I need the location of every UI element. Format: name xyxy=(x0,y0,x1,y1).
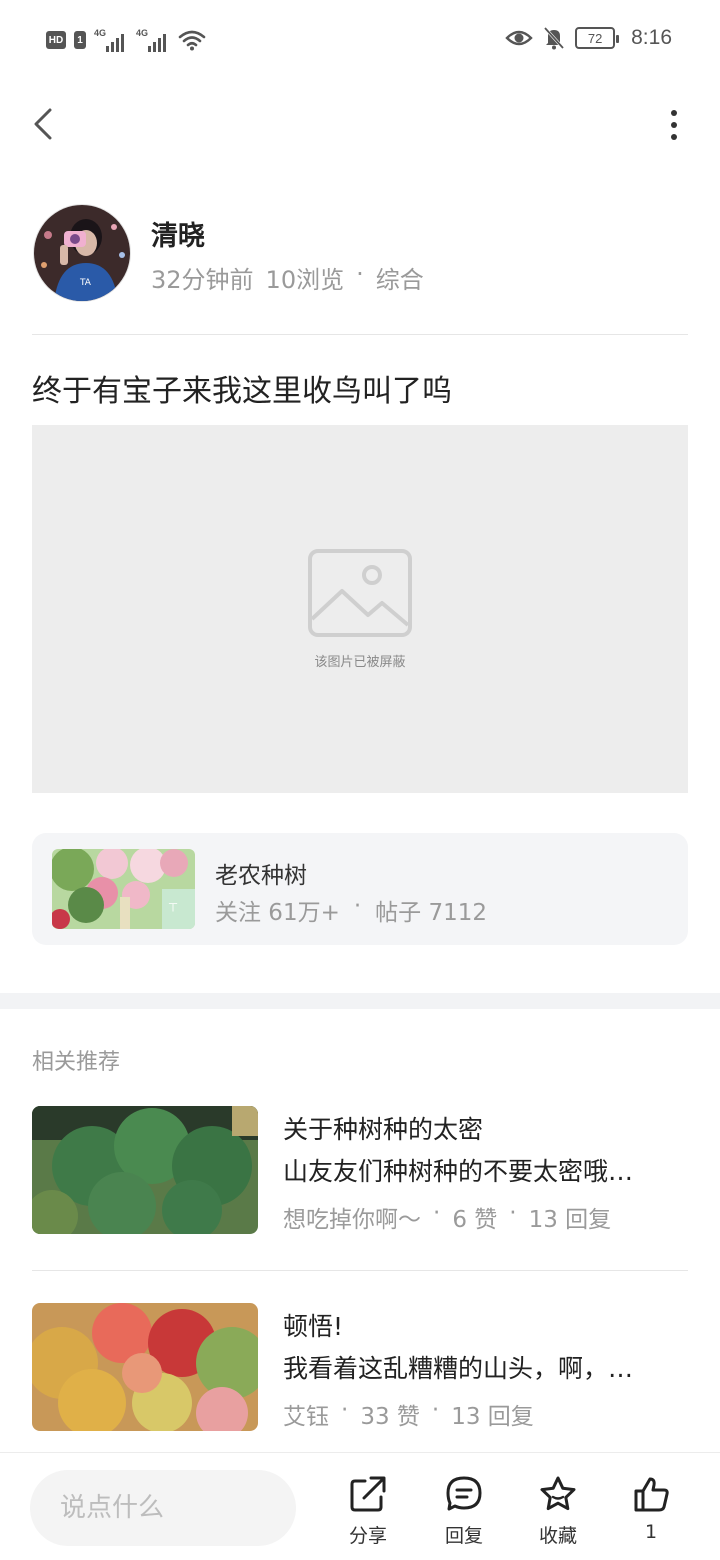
like-count: 33 赞 xyxy=(360,1404,420,1430)
star-icon xyxy=(540,1476,576,1511)
author-name[interactable]: 清晓 xyxy=(151,214,205,253)
more-options-icon[interactable] xyxy=(668,110,680,140)
divider xyxy=(32,334,688,335)
meta-separator: · xyxy=(431,1397,440,1423)
favorite-button[interactable]: 收藏 xyxy=(523,1475,593,1551)
thumbs-up-icon xyxy=(634,1477,669,1512)
favorite-label: 收藏 xyxy=(538,1525,577,1547)
eye-icon xyxy=(505,30,533,46)
list-item[interactable]: 顿悟! 我看着这乱糟糟的山头，啊，… 艾钰 · 33 赞 · 13 回复 xyxy=(32,1303,688,1431)
image-icon xyxy=(308,549,412,637)
status-bar: HD 1 4G 4G 72 8:16 xyxy=(0,0,720,80)
share-button[interactable]: 分享 xyxy=(333,1475,403,1551)
forum-stats: 关注 61万+ · 帖子 7112 xyxy=(215,893,487,927)
meta-separator: · xyxy=(353,893,362,919)
network-type-label: 4G xyxy=(136,28,149,38)
status-left: HD 1 4G 4G xyxy=(46,28,206,52)
recommendation-author: 想吃掉你啊～ xyxy=(283,1207,421,1233)
section-divider xyxy=(0,993,720,1009)
like-count: 6 赞 xyxy=(452,1207,498,1233)
avatar[interactable]: TA xyxy=(33,204,131,302)
like-count: 1 xyxy=(644,1521,658,1543)
forum-card[interactable]: ㄒ 老农种树 关注 61万+ · 帖子 7112 xyxy=(32,833,688,945)
list-item[interactable]: 关于种树种的太密 山友友们种树种的不要太密哦… 想吃掉你啊～ · 6 赞 · 1… xyxy=(32,1106,688,1234)
bell-muted-icon xyxy=(544,26,565,50)
recommendation-thumbnail xyxy=(32,1106,258,1234)
like-button[interactable]: 1 xyxy=(616,1475,686,1551)
blocked-image-placeholder[interactable]: 该图片已被屏蔽 xyxy=(32,425,688,793)
recommendation-thumbnail xyxy=(32,1303,258,1431)
reply-label: 回复 xyxy=(444,1525,483,1547)
signal-icon: 4G xyxy=(94,28,128,52)
forum-name: 老农种树 xyxy=(215,863,307,889)
forum-followers: 关注 61万+ xyxy=(215,900,340,926)
hd-voice-icon: HD xyxy=(46,31,66,49)
comment-icon xyxy=(446,1476,482,1511)
signal-icon: 4G xyxy=(136,28,170,52)
share-icon xyxy=(350,1476,386,1512)
meta-separator: · xyxy=(341,1397,349,1423)
recommendation-title: 顿悟! xyxy=(283,1312,344,1341)
forum-posts: 帖子 7112 xyxy=(375,900,488,926)
network-type-label: 4G xyxy=(94,28,107,38)
share-label: 分享 xyxy=(348,1525,387,1547)
comment-input[interactable] xyxy=(30,1470,296,1546)
recommendation-title: 关于种树种的太密 xyxy=(283,1115,484,1144)
status-right: 72 8:16 xyxy=(505,26,672,50)
post-category[interactable]: 综合 xyxy=(376,260,424,295)
svg-text:ㄒ: ㄒ xyxy=(168,903,178,914)
recommendation-author: 艾钰 xyxy=(283,1404,329,1430)
recommendation-meta: 想吃掉你啊～ · 6 赞 · 13 回复 xyxy=(283,1200,611,1234)
post-title: 终于有宝子来我这里收鸟叫了呜 xyxy=(32,374,452,409)
meta-separator: · xyxy=(356,260,364,288)
reply-count: 13 回复 xyxy=(451,1404,534,1430)
recommendation-description: 我看着这乱糟糟的山头，啊，… xyxy=(283,1354,634,1383)
clock-time: 8:16 xyxy=(631,26,672,49)
meta-separator: · xyxy=(433,1200,441,1226)
wifi-icon xyxy=(178,30,206,51)
recommendations-heading: 相关推荐 xyxy=(32,1050,121,1075)
recommendation-description: 山友友们种树种的不要太密哦… xyxy=(283,1157,634,1186)
svg-text:TA: TA xyxy=(79,278,92,288)
post-meta: 32分钟前 10浏览 · 综合 xyxy=(151,260,424,295)
view-count: 10浏览 xyxy=(265,266,345,294)
reply-count: 13 回复 xyxy=(528,1207,612,1233)
back-arrow-icon[interactable] xyxy=(28,104,64,144)
forum-thumbnail: ㄒ xyxy=(52,849,195,929)
blocked-image-text: 该图片已被屏蔽 xyxy=(314,655,406,670)
sim-card-icon: 1 xyxy=(74,31,86,49)
post-time: 32分钟前 xyxy=(151,266,254,294)
divider xyxy=(32,1270,688,1271)
meta-separator: · xyxy=(509,1200,517,1226)
reply-button[interactable]: 回复 xyxy=(429,1475,499,1551)
bottom-action-bar: 分享 回复 收藏 1 xyxy=(0,1452,720,1560)
recommendation-meta: 艾钰 · 33 赞 · 13 回复 xyxy=(283,1397,534,1431)
battery-icon: 72 xyxy=(575,27,620,49)
